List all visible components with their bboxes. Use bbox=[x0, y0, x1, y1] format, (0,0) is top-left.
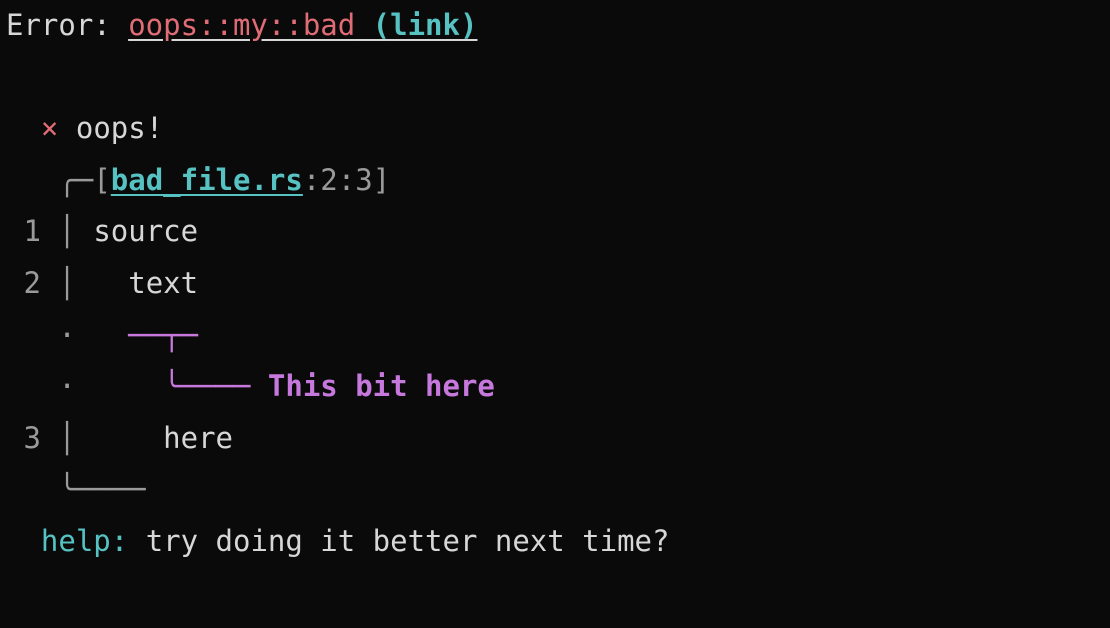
box-border: │ bbox=[41, 421, 93, 455]
source-line-3: here bbox=[93, 421, 233, 455]
box-border: │ bbox=[41, 266, 93, 300]
box-border: ╭─ bbox=[6, 163, 93, 197]
box-border: │ bbox=[41, 214, 93, 248]
line-number-3: 3 bbox=[23, 421, 40, 455]
annotation-label: This bit here bbox=[268, 369, 495, 403]
help-label: help: bbox=[41, 524, 146, 558]
error-prefix: Error: bbox=[6, 8, 128, 42]
help-text: try doing it better next time? bbox=[146, 524, 670, 558]
loc-bracket-open: [ bbox=[93, 163, 110, 197]
source-file-link[interactable]: bad_file.rs bbox=[111, 163, 303, 197]
underline-marker: ──┬─ bbox=[93, 318, 198, 352]
pointer-arm: ╰──── bbox=[93, 369, 268, 403]
loc-bracket-close: ] bbox=[373, 163, 390, 197]
severity-message: oops! bbox=[76, 111, 163, 145]
box-border: · bbox=[41, 369, 93, 403]
source-location: :2:3 bbox=[303, 163, 373, 197]
severity-cross-icon: × bbox=[41, 111, 58, 145]
source-line-2: text bbox=[93, 266, 198, 300]
line-number-2: 2 bbox=[23, 266, 40, 300]
box-border: ╰──── bbox=[6, 472, 146, 506]
box-border: · bbox=[41, 318, 93, 352]
source-line-1: source bbox=[93, 214, 198, 248]
line-number-1: 1 bbox=[23, 214, 40, 248]
error-code-link[interactable]: oops::my::bad (link) bbox=[128, 8, 477, 42]
